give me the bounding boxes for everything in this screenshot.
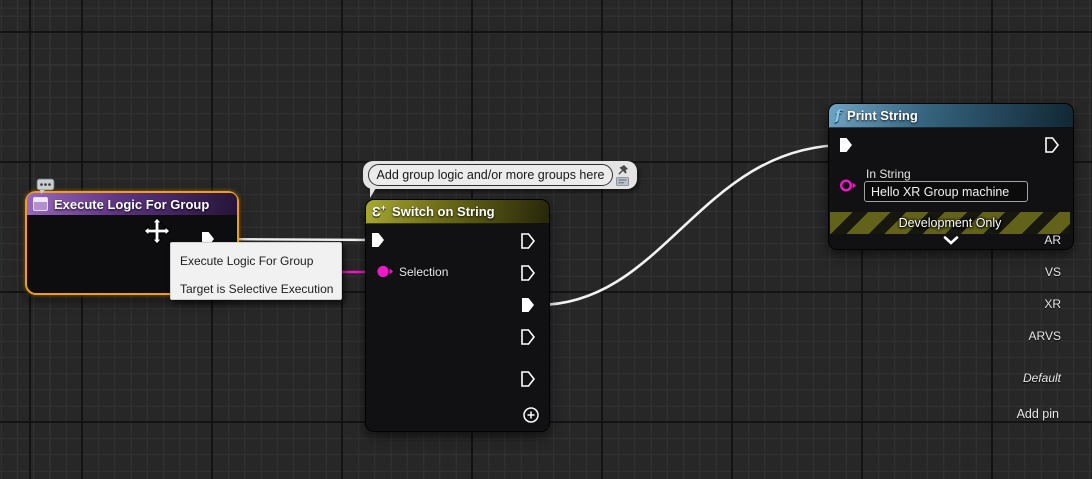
comment-bubble-pill[interactable]: Add group logic and/or more groups here [368, 164, 613, 186]
comment-bubble-text: Add group logic and/or more groups here [377, 168, 605, 182]
case-pin-label-ar: AR [1044, 233, 1061, 247]
comment-bubble-icon[interactable] [36, 178, 56, 195]
tooltip-line1: Execute Logic For Group [180, 251, 332, 272]
case-pin-vs-exec-out[interactable] [521, 265, 535, 281]
execute-node-header[interactable]: Execute Logic For Group [27, 193, 237, 215]
comment-bubble-tail [370, 188, 381, 198]
pushpin-icon[interactable] [616, 164, 630, 176]
comment-options-icon[interactable] [616, 177, 629, 186]
execute-node-title: Execute Logic For Group [54, 197, 209, 212]
print-node-title: Print String [847, 108, 918, 123]
case-pin-label-arvs: ARVS [1029, 329, 1061, 343]
node-tooltip: Execute Logic For Group Target is Select… [170, 242, 342, 300]
case-pin-ar-exec-out[interactable] [521, 233, 535, 249]
switch-selection-pin[interactable] [376, 264, 394, 279]
move-cursor-icon [143, 217, 171, 245]
print-exec-in-pin[interactable] [839, 137, 853, 153]
add-pin-button[interactable] [522, 406, 540, 424]
case-pin-label-vs: VS [1045, 265, 1061, 279]
function-icon: f [835, 109, 841, 123]
switch-node-title: Switch on String [392, 204, 495, 219]
default-pin-label: Default [1023, 371, 1061, 385]
default-exec-out-pin[interactable] [521, 371, 535, 387]
event-window-icon [33, 197, 48, 211]
switch-exec-in-pin[interactable] [371, 232, 385, 248]
print-exec-out-pin[interactable] [1045, 137, 1059, 153]
add-pin-label: Add pin [1017, 407, 1059, 421]
switch-icon: Ɛ+ [372, 204, 386, 219]
selection-pin-label: Selection [399, 265, 448, 279]
case-pin-arvs-exec-out[interactable] [521, 329, 535, 345]
case-pin-label-xr: XR [1044, 297, 1061, 311]
tooltip-line2: Target is Selective Execution [180, 279, 332, 300]
switch-node-header[interactable]: Ɛ+ Switch on String [366, 200, 549, 224]
case-pin-xr-exec-out[interactable] [521, 297, 535, 313]
blueprint-graph-canvas[interactable]: Execute Logic For Group Ɛ+ Switch on Str… [0, 0, 1092, 479]
node-comment-bubble[interactable]: Add group logic and/or more groups here [363, 161, 637, 189]
development-only-banner: Development Only [830, 212, 1070, 234]
in-string-pin-label: In String [866, 167, 911, 181]
print-in-string-pin[interactable] [839, 178, 857, 193]
print-node-header[interactable]: f Print String [829, 104, 1073, 128]
chevron-down-icon[interactable] [943, 236, 959, 245]
in-string-input[interactable] [864, 181, 1028, 202]
